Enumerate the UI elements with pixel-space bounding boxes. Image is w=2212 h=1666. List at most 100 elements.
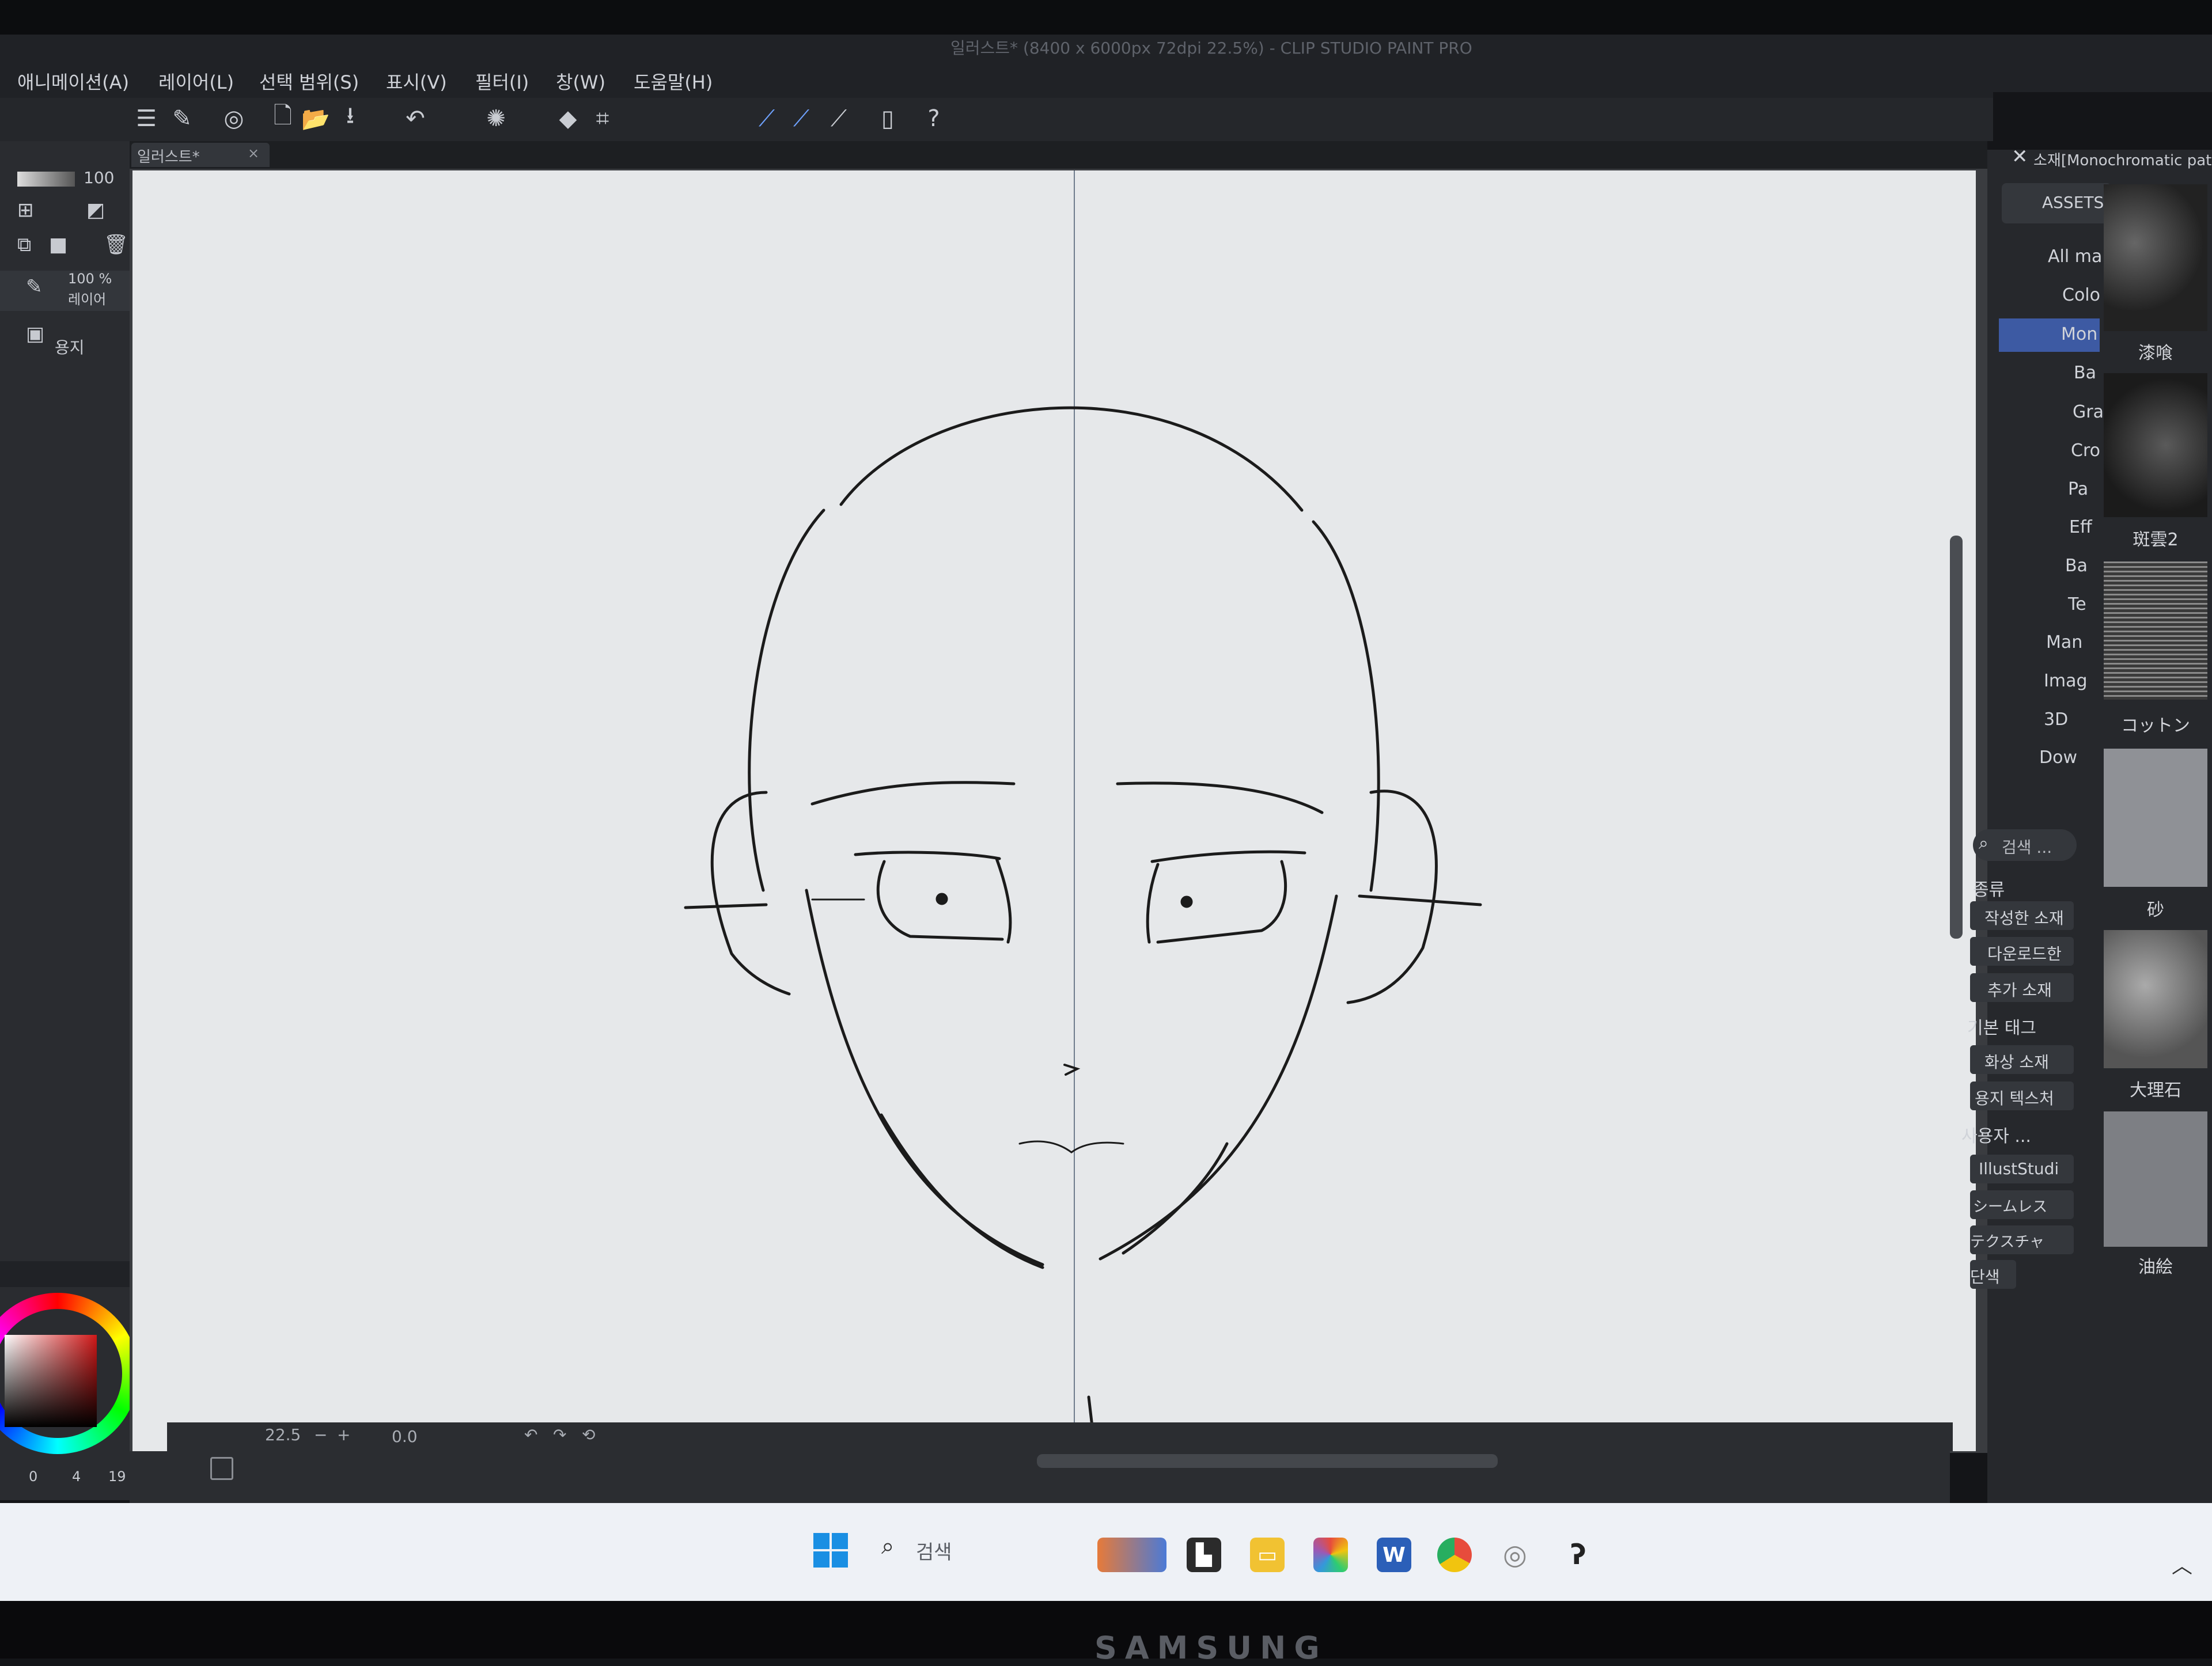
loading-spinner-icon[interactable]: ✺ — [481, 104, 511, 134]
filter-seamless-label: シームレス — [1973, 1198, 2048, 1216]
swatch-mottled[interactable] — [2104, 373, 2207, 517]
clip-studio-paint-icon[interactable]: ʔ — [1561, 1538, 1596, 1572]
clip-studio-icon[interactable]: ◎ — [219, 104, 249, 134]
tree-item-pattern[interactable]: Pa — [2068, 479, 2088, 499]
clip-studio-launcher-icon[interactable]: ◎ — [1498, 1538, 1532, 1572]
ruler-snap-icon[interactable]: ⟋ — [824, 104, 854, 134]
filter-created-label: 작성한 소재 — [1984, 909, 2064, 928]
filter-texture-label: テクスチャ — [1970, 1234, 2044, 1251]
swatch-plaster-label: 漆喰 — [2138, 343, 2173, 363]
color-panel-tabs[interactable] — [0, 1261, 130, 1287]
document-tab-label: 일러스트* — [137, 149, 200, 166]
swatch-marble-label: 大理石 — [2130, 1080, 2181, 1100]
menu-animation[interactable]: 애니메이션(A) — [17, 68, 129, 94]
word-icon[interactable]: W — [1377, 1538, 1411, 1572]
pen-stabilizer-icon[interactable]: ⟋ — [752, 104, 782, 134]
file-explorer-icon[interactable]: ▭ — [1250, 1538, 1285, 1572]
tree-item-cross[interactable]: Cro — [2071, 441, 2100, 461]
color-count-1: 0 — [29, 1468, 38, 1485]
tree-item-texture[interactable]: Te — [2068, 594, 2086, 614]
undo-icon[interactable]: ↶ — [400, 104, 430, 134]
link-layer-icon[interactable]: ⧉ — [17, 233, 31, 256]
tree-item-color[interactable]: Colo — [2062, 285, 2100, 305]
swatch-cotton-label: コットン — [2121, 716, 2190, 736]
rotation-value[interactable]: 0.0 — [392, 1427, 418, 1446]
sketch-drawing — [684, 170, 1482, 1451]
filter-downloaded-label: 다운로드한 — [1987, 944, 2062, 963]
open-folder-icon[interactable]: 📂 — [301, 104, 331, 134]
pen-pressure-icon[interactable]: ⟋ — [786, 104, 816, 134]
layer-blend-mode: 레이어 — [68, 291, 107, 308]
swatch-sand[interactable] — [2104, 749, 2207, 887]
tray-chevron-up-icon[interactable]: ︿ — [2172, 1549, 2192, 1579]
chrome-icon[interactable] — [1437, 1538, 1472, 1572]
layer-opacity: 100 % — [68, 271, 112, 287]
rotate-right-icon[interactable]: ↷ — [553, 1425, 566, 1444]
layer-mask-icon[interactable]: ◩ — [86, 199, 105, 222]
assets-tab-label: ASSETS — [2042, 193, 2104, 212]
tree-item-manga[interactable]: Man — [2046, 632, 2082, 652]
user-tag-label[interactable]: 사용자 ... — [1961, 1122, 2031, 1147]
rotate-left-icon[interactable]: ↶ — [524, 1425, 537, 1444]
tree-item-background[interactable]: Ba — [2065, 556, 2088, 576]
zoom-value[interactable]: 22.5 — [265, 1425, 301, 1444]
canvas-status-bar — [167, 1422, 1953, 1451]
filter-paper-texture-label: 용지 텍스처 — [1975, 1089, 2054, 1108]
help-icon[interactable]: ? — [919, 104, 949, 134]
taskbar-search-icon: ⌕ — [881, 1533, 895, 1559]
delete-layer-icon[interactable]: 🗑 — [104, 233, 128, 256]
tree-item-3d[interactable]: 3D — [2044, 709, 2068, 730]
menu-view[interactable]: 표시(V) — [386, 68, 447, 94]
zoom-out-icon[interactable]: − — [314, 1425, 327, 1444]
swatch-cotton[interactable] — [2104, 561, 2207, 700]
color-saturation-square[interactable] — [5, 1335, 97, 1427]
reset-rotation-icon[interactable]: ⟲ — [582, 1425, 595, 1444]
crop-icon[interactable]: ⌗ — [588, 104, 618, 134]
edit-icon[interactable]: ✎ — [167, 104, 197, 134]
menu-hamburger-icon[interactable]: ☰ — [131, 104, 161, 134]
layer-color-icon[interactable]: ■ — [49, 233, 67, 256]
menu-help[interactable]: 도움말(H) — [634, 68, 713, 94]
tree-item-basic[interactable]: Ba — [2074, 363, 2096, 383]
new-file-icon[interactable]: 🗋 — [268, 103, 298, 134]
assets-search-placeholder: 검색 ... — [2002, 838, 2052, 857]
search-icon: ⌕ — [1979, 833, 1988, 853]
swatch-oil-painting-label: 油絵 — [2138, 1257, 2173, 1277]
tablet-icon[interactable]: ▯ — [873, 104, 903, 134]
swatch-marble[interactable] — [2104, 930, 2207, 1068]
copilot-icon[interactable] — [1313, 1538, 1348, 1572]
tree-item-effect[interactable]: Eff — [2069, 517, 2092, 537]
tree-item-monochromatic[interactable]: Mon — [2061, 324, 2097, 344]
document-tab-close-icon[interactable]: × — [248, 145, 259, 161]
taskbar-search[interactable] — [870, 1532, 1043, 1566]
widgets-icon[interactable] — [1097, 1538, 1166, 1572]
navigator-icon[interactable] — [210, 1457, 233, 1480]
canvas-vertical-scrollbar[interactable] — [1950, 536, 1963, 939]
assets-close-icon[interactable]: ✕ — [2012, 145, 2028, 168]
filter-single-color-label: 단색 — [1970, 1267, 2000, 1286]
tree-item-gradation[interactable]: Gra — [2073, 402, 2104, 422]
canvas-horizontal-scrollbar[interactable] — [1037, 1454, 1498, 1468]
fill-bucket-icon[interactable]: ◆ — [553, 104, 583, 134]
swatch-plaster[interactable] — [2104, 184, 2207, 331]
paper-layer-icon: ▣ — [26, 322, 45, 346]
menu-selection[interactable]: 선택 범위(S) — [259, 68, 359, 94]
layer-tools-icon[interactable]: ⊞ — [17, 199, 34, 222]
task-view-icon[interactable]: ▙ — [1187, 1538, 1221, 1572]
windows-start-icon[interactable] — [813, 1533, 848, 1568]
window-title: 일러스트* (8400 x 6000px 72dpi 22.5%) - CLIP… — [950, 39, 1472, 58]
tree-item-image[interactable]: Imag — [2044, 671, 2088, 691]
drawing-canvas[interactable] — [132, 170, 1976, 1451]
swatch-oil-painting[interactable] — [2104, 1111, 2207, 1247]
menu-layer[interactable]: 레이어(L) — [158, 68, 234, 94]
filter-additional-label: 추가 소재 — [1987, 981, 2052, 1000]
basic-tag-label[interactable]: 기본 태그 — [1967, 1014, 2036, 1039]
menu-window[interactable]: 창(W) — [556, 68, 605, 94]
save-icon[interactable]: ⭳ — [335, 103, 365, 134]
tree-item-all-materials[interactable]: All ma — [2048, 246, 2102, 267]
monitor-brand-logo: SAMSUNG — [1094, 1630, 1328, 1666]
menu-filter[interactable]: 필터(I) — [475, 68, 529, 94]
tree-item-download[interactable]: Dow — [2039, 747, 2077, 768]
zoom-in-icon[interactable]: + — [337, 1425, 350, 1444]
opacity-slider[interactable] — [17, 172, 75, 187]
